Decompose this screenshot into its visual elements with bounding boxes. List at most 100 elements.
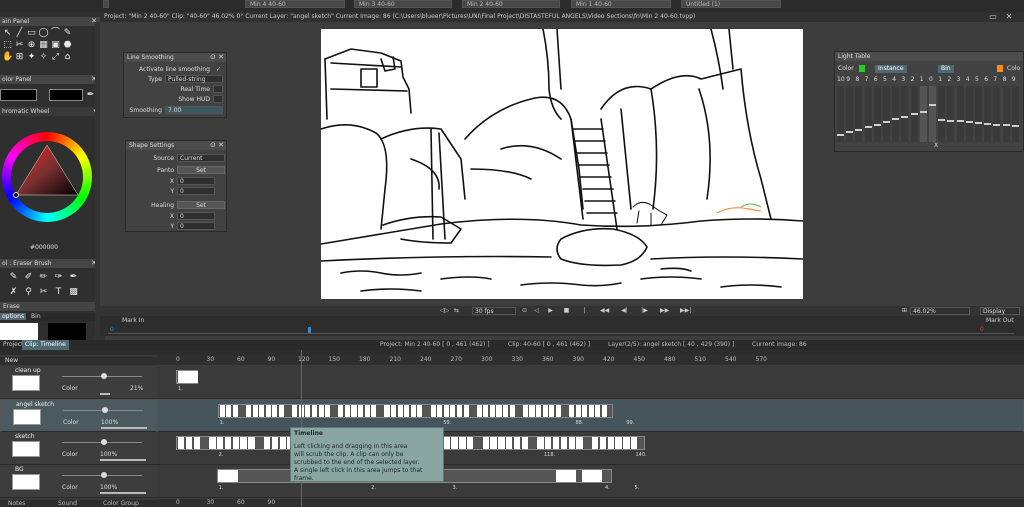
layer-opacity[interactable]: 100%	[100, 451, 117, 458]
layer-opacity[interactable]: 21%	[130, 385, 143, 392]
lt-instance-tab[interactable]: Instance	[875, 65, 907, 73]
lt-slider[interactable]	[883, 86, 890, 142]
clip-strip[interactable]	[217, 404, 614, 418]
layer-row[interactable]: clean up Color 21%	[0, 366, 157, 399]
image-cell[interactable]	[443, 405, 449, 417]
timeline-track[interactable]: 1. 59. 88. 99.	[157, 399, 1024, 432]
lt-slider-knob[interactable]	[938, 118, 946, 121]
primary-color-swatch[interactable]	[0, 89, 37, 101]
sync-icon[interactable]: ⊙	[520, 307, 529, 315]
image-cell[interactable]	[555, 470, 576, 482]
image-cell[interactable]	[417, 405, 423, 417]
tab-doc-4[interactable]: Min 1 40-60	[571, 0, 671, 8]
image-cell[interactable]	[476, 405, 482, 417]
timeline-track[interactable]: 2.84.118.140.	[157, 432, 1024, 465]
image-cell[interactable]	[536, 405, 542, 417]
color-wheel[interactable]	[2, 132, 92, 222]
image-cell[interactable]	[451, 437, 458, 449]
image-cell[interactable]	[530, 437, 536, 449]
image-cell[interactable]	[542, 405, 548, 417]
image-cell[interactable]	[631, 437, 638, 449]
layer-row[interactable]: BG Color 100%	[0, 465, 157, 498]
airbrush-preset-icon[interactable]: ✑	[53, 272, 64, 282]
eraser-tool-icon[interactable]: ✎	[62, 28, 73, 38]
layer-slider-knob[interactable]	[101, 373, 107, 379]
lt-slider[interactable]	[993, 86, 1001, 142]
lt-slider[interactable]	[919, 86, 927, 142]
transform-tool-icon[interactable]: ⬣	[62, 40, 73, 50]
drawing-canvas[interactable]	[321, 29, 803, 299]
cross-preset-icon[interactable]: ✗	[8, 287, 19, 297]
image-cell[interactable]	[384, 405, 390, 417]
show-hud-checkbox[interactable]	[213, 95, 223, 103]
smoothing-value-field[interactable]: 7.00	[165, 106, 223, 114]
image-cell[interactable]	[252, 405, 258, 417]
image-cell[interactable]	[459, 437, 466, 449]
panto-set-button[interactable]: Set	[177, 166, 225, 174]
layer-row[interactable]: angel sketch Color 100%	[0, 399, 157, 432]
image-cell[interactable]	[351, 405, 357, 417]
image-cell[interactable]	[292, 405, 298, 417]
image-cell[interactable]	[516, 405, 521, 417]
lt-slider[interactable]	[864, 86, 872, 142]
fill-tool-icon[interactable]: ▣	[50, 40, 61, 50]
warp-tool-icon[interactable]: ⤢	[50, 52, 61, 62]
image-cell[interactable]	[443, 437, 450, 449]
lt-slider-knob[interactable]	[873, 123, 881, 126]
image-cell[interactable]	[475, 437, 481, 449]
image-cell[interactable]	[278, 405, 285, 417]
tab-doc-2[interactable]: Min 3 40-60	[354, 0, 452, 8]
mark-in-value[interactable]: 0	[110, 326, 114, 333]
image-cell[interactable]	[311, 405, 317, 417]
stop-icon[interactable]: ■	[562, 307, 571, 315]
frame-ruler-bottom[interactable]: 0 30 60 90	[157, 499, 1024, 507]
image-cell[interactable]	[410, 405, 416, 417]
image-cell[interactable]	[588, 405, 594, 417]
pencil-preset-icon[interactable]: ✏	[38, 272, 49, 282]
image-cell[interactable]	[599, 437, 607, 449]
zoom-select[interactable]: 46.02%	[910, 307, 970, 315]
magnify-tool-icon[interactable]: ⊕	[26, 40, 37, 50]
layer-opacity-bar[interactable]	[100, 492, 146, 494]
lt-slider[interactable]	[938, 86, 946, 142]
tab-scroll[interactable]	[103, 0, 109, 8]
lt-slider-knob[interactable]	[993, 123, 1001, 126]
image-cell[interactable]	[248, 437, 255, 449]
tab-sound[interactable]: Sound	[58, 500, 77, 507]
lt-slider-knob[interactable]	[1011, 125, 1019, 128]
minimize-icon[interactable]: ▭	[988, 12, 998, 22]
image-cell[interactable]	[240, 437, 247, 449]
mark-scrub-handle[interactable]	[308, 327, 311, 333]
layer-opacity-bar[interactable]	[100, 393, 110, 395]
layer-color-label[interactable]: Color	[62, 385, 78, 392]
image-cell[interactable]	[595, 405, 601, 417]
new-layer-button[interactable]: New	[0, 357, 157, 365]
rect-tool-icon[interactable]: ▭	[26, 28, 37, 38]
layer-slider-knob[interactable]	[101, 439, 107, 445]
image-cell[interactable]	[582, 405, 588, 417]
image-cell[interactable]	[450, 405, 456, 417]
lt-green-swatch[interactable]	[859, 65, 865, 72]
image-cell[interactable]	[568, 405, 575, 417]
image-cell[interactable]	[483, 405, 489, 417]
image-cell[interactable]	[489, 405, 495, 417]
image-cell[interactable]	[562, 405, 567, 417]
lt-slider-knob[interactable]	[965, 121, 973, 124]
image-cell[interactable]	[344, 405, 350, 417]
text-tool-icon[interactable]: ⌂	[62, 52, 73, 62]
image-cell[interactable]	[456, 405, 463, 417]
text-preset-icon[interactable]: T	[53, 287, 64, 297]
panto-x-field[interactable]: 0	[177, 177, 215, 185]
last-frame-icon[interactable]: ▶▶|	[680, 307, 691, 315]
hand-tool-icon[interactable]: ✋	[2, 52, 13, 62]
lt-slider[interactable]	[965, 86, 973, 142]
image-cell[interactable]	[272, 405, 278, 417]
close-icon[interactable]: ✕	[1004, 12, 1014, 22]
grid-tool-icon[interactable]: ▦	[38, 40, 49, 50]
image-cell[interactable]	[332, 405, 337, 417]
image-cell[interactable]	[318, 405, 324, 417]
lt-slider-knob[interactable]	[929, 104, 936, 106]
image-cell[interactable]	[178, 371, 198, 383]
image-cell[interactable]	[437, 405, 443, 417]
image-cell[interactable]	[545, 437, 552, 449]
